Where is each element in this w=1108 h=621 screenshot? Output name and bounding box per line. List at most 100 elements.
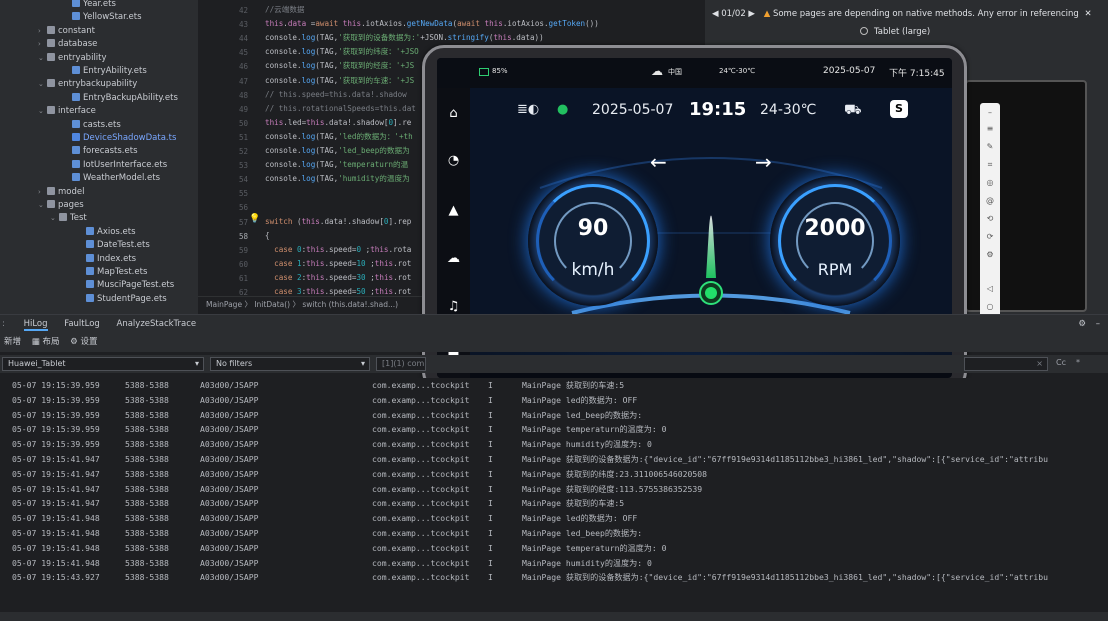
device-select[interactable]: Huawei_Tablet ▾: [2, 357, 204, 371]
log-output[interactable]: 05-07 19:15:39.959 5388-5388 A03d00/JSAPP c…: [0, 378, 1108, 610]
chevron-right-icon[interactable]: ›: [38, 38, 47, 51]
tree-file[interactable]: EntryBackupAbility.ets: [72, 92, 178, 105]
back-icon[interactable]: ◁: [980, 281, 1000, 297]
tree-item-label: MapTest.ets: [97, 267, 148, 277]
compass-icon[interactable]: ◔: [437, 150, 470, 172]
tree-folder[interactable]: › database: [38, 38, 97, 51]
log-timestamp: 05-07 19:15:41.947: [12, 498, 100, 509]
rotate-right-icon[interactable]: ⟳: [980, 229, 1000, 245]
log-row[interactable]: 05-07 19:15:41.948 5388-5388 A03d00/JSAPP c…: [0, 526, 1108, 541]
log-row[interactable]: 05-07 19:15:41.947 5388-5388 A03d00/JSAPP c…: [0, 496, 1108, 511]
close-icon[interactable]: ✕: [1085, 9, 1092, 19]
location-icon[interactable]: ◎: [980, 175, 1000, 191]
tree-file[interactable]: IotUserInterface.ets: [72, 159, 167, 172]
log-row[interactable]: 05-07 19:15:41.947 5388-5388 A03d00/JSAPP c…: [0, 452, 1108, 467]
tree-file[interactable]: MusciPageTest.ets: [86, 279, 174, 292]
log-row[interactable]: 05-07 19:15:39.959 5388-5388 A03d00/JSAPP c…: [0, 393, 1108, 408]
tab-hilog[interactable]: HiLog: [23, 319, 48, 331]
cloud-icon[interactable]: ☁: [437, 248, 470, 270]
device-selector[interactable]: Tablet (large): [860, 25, 990, 39]
log-row[interactable]: 05-07 19:15:41.948 5388-5388 A03d00/JSAPP c…: [0, 511, 1108, 526]
log-row[interactable]: 05-07 19:15:41.947 5388-5388 A03d00/JSAPP c…: [0, 482, 1108, 497]
at-icon[interactable]: @: [980, 193, 1000, 209]
log-row[interactable]: 05-07 19:15:39.959 5388-5388 A03d00/JSAPP c…: [0, 422, 1108, 437]
log-search-input[interactable]: [1](1) com: [376, 357, 426, 371]
previewer-vertical-toolbar: – ≡ ✎ ⌗ ◎ @ ⟲ ⟳ ⚙ ◁ ○ □: [980, 103, 1000, 335]
tab-analyzestacktrace[interactable]: AnalyzeStackTrace: [117, 319, 197, 329]
tree-file[interactable]: StudentPage.ets: [86, 293, 167, 306]
chevron-down-icon[interactable]: ⌄: [38, 78, 47, 91]
log-message: MainPage led的数据为: OFF: [522, 394, 638, 405]
tree-file[interactable]: Index.ets: [86, 253, 136, 266]
tree-file[interactable]: YellowStar.ets: [72, 11, 142, 24]
code-line: //云端数据: [265, 5, 305, 14]
tree-folder[interactable]: ⌄ pages: [38, 199, 84, 212]
chevron-down-icon[interactable]: ⌄: [38, 199, 47, 212]
tab-faultlog[interactable]: FaultLog: [64, 319, 100, 329]
regex-icon[interactable]: *: [1076, 358, 1080, 367]
log-row[interactable]: 05-07 19:15:39.959 5388-5388 A03d00/JSAPP c…: [0, 408, 1108, 423]
pin-icon[interactable]: ✎: [980, 139, 1000, 155]
home-icon[interactable]: ⌂: [437, 103, 470, 125]
navigation-icon[interactable]: ▲: [437, 200, 470, 222]
tree-folder[interactable]: › model: [38, 186, 84, 199]
tree-folder[interactable]: ⌄ entrybackupability: [38, 78, 137, 91]
menu-icon[interactable]: ≡: [980, 121, 1000, 137]
crop-icon[interactable]: ⌗: [980, 157, 1000, 173]
tree-file[interactable]: MapTest.ets: [86, 266, 147, 279]
gear-icon[interactable]: ⚙: [1078, 315, 1086, 333]
log-row[interactable]: 05-07 19:15:39.959 5388-5388 A03d00/JSAPP c…: [0, 378, 1108, 393]
log-level: I: [488, 454, 493, 464]
code-line: case 0:this.speed=0 ;this.rota: [265, 244, 412, 254]
match-case-toggle[interactable]: Cc: [1056, 358, 1066, 367]
log-search-extension[interactable]: ×: [964, 357, 1048, 371]
lightbulb-icon[interactable]: 💡: [249, 214, 260, 224]
clear-icon[interactable]: ×: [1036, 358, 1043, 370]
filter-select[interactable]: No filters ▾: [210, 357, 370, 371]
settings-button[interactable]: 设置: [81, 337, 98, 347]
log-message: MainPage temperaturn的温度为: 0: [522, 542, 667, 553]
add-button[interactable]: 新增: [4, 337, 21, 347]
tree-file[interactable]: WeatherModel.ets: [72, 172, 160, 185]
tree-file[interactable]: forecasts.ets: [72, 145, 138, 158]
chevron-right-icon[interactable]: ›: [38, 186, 47, 199]
log-package: com.examp...tcockpit: [372, 380, 470, 390]
log-row[interactable]: 05-07 19:15:41.947 5388-5388 A03d00/JSAPP c…: [0, 467, 1108, 482]
tree-file[interactable]: EntryAbility.ets: [72, 65, 147, 78]
log-pid: 5388-5388: [125, 380, 169, 390]
tree-item-label: Test: [70, 213, 87, 224]
chevron-down-icon[interactable]: ⌄: [38, 52, 47, 65]
tree-folder[interactable]: ⌄ interface: [38, 105, 96, 118]
close-icon[interactable]: –: [980, 105, 1000, 121]
rotate-icon[interactable]: ⟲: [980, 211, 1000, 227]
code-line: this.led=this.data!.shadow[0].re: [265, 117, 412, 127]
log-row[interactable]: 05-07 19:15:41.948 5388-5388 A03d00/JSAPP c…: [0, 556, 1108, 571]
log-message: MainPage 获取到的设备数据为:{"device_id":"67ff919…: [522, 454, 1049, 464]
tree-folder[interactable]: ⌄ entryability: [38, 52, 107, 65]
settings-icon[interactable]: ⚙: [980, 247, 1000, 263]
tree-file[interactable]: DeviceShadowData.ts: [72, 132, 176, 145]
code-line: // this.speed=this.data!.shadow: [265, 89, 407, 99]
log-message: MainPage 获取到的车速:5: [522, 380, 625, 390]
tree-file[interactable]: DateTest.ets: [86, 239, 150, 252]
log-row[interactable]: 05-07 19:15:39.959 5388-5388 A03d00/JSAPP c…: [0, 437, 1108, 452]
tree-folder[interactable]: › constant: [38, 25, 95, 38]
file-icon: [72, 173, 80, 182]
tree-folder[interactable]: ⌄ Test: [50, 212, 87, 225]
log-row[interactable]: 05-07 19:15:41.948 5388-5388 A03d00/JSAPP c…: [0, 541, 1108, 556]
layout-button[interactable]: 布局: [42, 337, 59, 347]
log-level: I: [488, 439, 493, 450]
log-row[interactable]: 05-07 19:15:43.927 5388-5388 A03d00/JSAPP c…: [0, 570, 1108, 585]
chevron-down-icon[interactable]: ⌄: [50, 212, 59, 225]
minimize-icon[interactable]: –: [1096, 315, 1100, 333]
chevron-down-icon[interactable]: ⌄: [38, 105, 47, 118]
home-icon[interactable]: ○: [980, 299, 1000, 315]
tree-file[interactable]: Axios.ets: [86, 226, 136, 239]
tree-item-label: YellowStar.ets: [83, 12, 142, 23]
chevron-right-icon[interactable]: ›: [38, 25, 47, 38]
settings-icon: ⚙: [70, 337, 78, 347]
log-package: com.examp...tcockpit: [372, 483, 470, 494]
page-indicator[interactable]: ◀ 01/02 ▶: [712, 9, 755, 19]
tree-file[interactable]: Year.ets: [72, 0, 116, 11]
tree-file[interactable]: casts.ets: [72, 119, 121, 132]
